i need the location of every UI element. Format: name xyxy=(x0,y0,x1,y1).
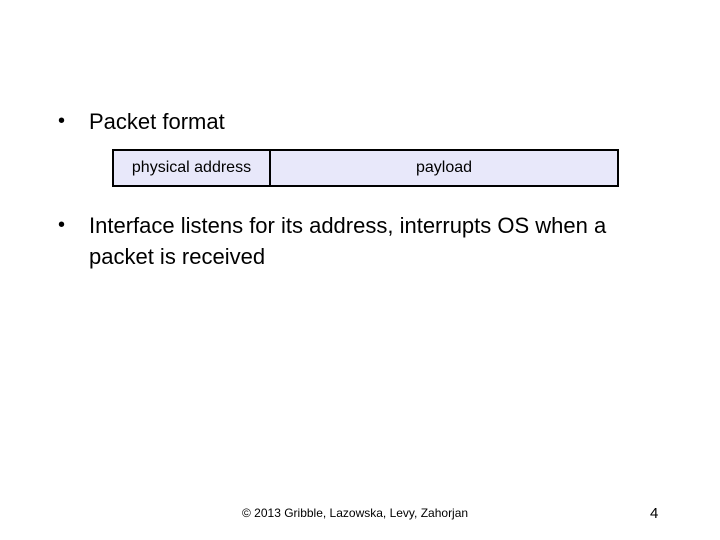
bullet-icon: • xyxy=(58,110,66,132)
packet-field-physical-address: physical address xyxy=(114,151,271,185)
bullet-icon: • xyxy=(58,214,66,236)
footer-copyright: © 2013 Gribble, Lazowska, Levy, Zahorjan xyxy=(242,506,469,520)
packet-format-diagram: physical address payload xyxy=(112,149,619,187)
packet-field-payload: payload xyxy=(415,159,473,176)
bullet-text: Packet format xyxy=(89,109,225,134)
bullet-text: Interface listens for its address, inter… xyxy=(89,213,607,269)
page-number: 4 xyxy=(650,505,659,522)
